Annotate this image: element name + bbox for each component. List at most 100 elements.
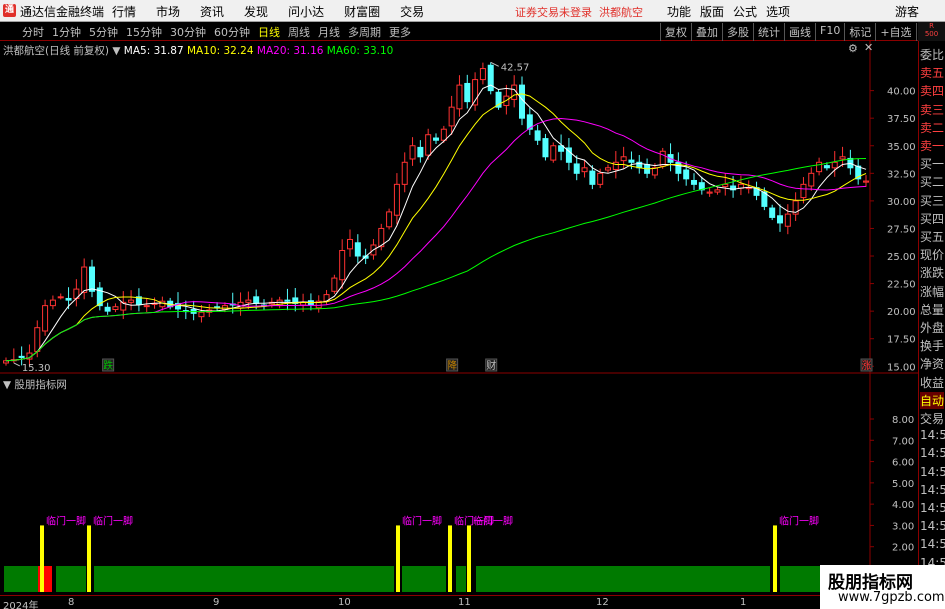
tab-1min[interactable]: 1分钟 [52, 24, 81, 40]
price-chart[interactable]: 15.00 17.50 20.00 22.50 25.00 27.50 30.00 32.50… [0, 41, 918, 374]
quote-panel-item[interactable]: 14:56 [920, 519, 945, 533]
tab-multi-period[interactable]: 多周期 [348, 24, 381, 40]
quote-panel-item[interactable]: 换手 [920, 337, 944, 354]
candle-body [347, 238, 353, 250]
watermark-url: www.7gpzb.com [838, 590, 945, 605]
quote-panel-item[interactable]: 14:56 [920, 465, 945, 479]
quote-panel-item[interactable]: 14:56 [920, 501, 945, 515]
menu-function[interactable]: 功能 [667, 3, 691, 20]
quote-panel-item[interactable]: 买一 [920, 155, 944, 172]
quote-panel-item[interactable]: 买二 [920, 173, 944, 190]
gear-icon[interactable]: ⚙ [848, 42, 858, 55]
tab-more[interactable]: 更多 [389, 24, 411, 40]
quote-panel-item[interactable]: 自动 [920, 391, 945, 409]
quote-panel-item[interactable]: 涨跌 [920, 264, 944, 281]
candle-body [573, 163, 580, 174]
candle-body [479, 68, 486, 81]
menu-trade[interactable]: 交易 [400, 3, 424, 20]
y-tick-label: 17.50 [887, 335, 916, 346]
quote-panel-item[interactable]: 总量 [920, 301, 944, 318]
quote-panel-item[interactable]: 买五 [920, 228, 944, 245]
tab-5min[interactable]: 5分钟 [89, 24, 118, 40]
candle-body [354, 242, 361, 257]
date-label: 10 [338, 597, 351, 608]
ma-line-ma5 [5, 84, 867, 362]
menu-quotes[interactable]: 行情 [112, 3, 136, 20]
tab-monthly[interactable]: 月线 [318, 24, 340, 40]
tab-15min[interactable]: 15分钟 [126, 24, 162, 40]
quote-panel-item[interactable]: 收益 [920, 374, 944, 391]
candle-body [81, 266, 88, 293]
menu-wealth[interactable]: 财富圈 [344, 3, 380, 20]
signal-label: 临门一脚 [402, 514, 442, 527]
tab-30min[interactable]: 30分钟 [170, 24, 206, 40]
guest-button[interactable]: 游客 [895, 3, 919, 20]
candle-body [456, 84, 463, 110]
login-status[interactable]: 证券交易未登录 洪都航空 [515, 4, 643, 20]
candle-body [42, 305, 49, 332]
tab-weekly[interactable]: 周线 [288, 24, 310, 40]
menu-discover[interactable]: 发现 [244, 3, 268, 20]
tab-timeshare[interactable]: 分时 [22, 24, 44, 40]
tab-60min[interactable]: 60分钟 [214, 24, 250, 40]
quote-panel-item[interactable]: 卖一 [920, 137, 944, 154]
menu-formula[interactable]: 公式 [733, 3, 757, 20]
quote-panel-item[interactable]: 外盘 [920, 319, 944, 336]
chart-title: 洪都航空(日线 前复权) ▼ MA5: 31.87 MA10: 32.24 MA… [3, 43, 393, 58]
menu-options[interactable]: 选项 [766, 3, 790, 20]
f10-button[interactable]: F10 [815, 23, 844, 41]
tab-daily[interactable]: 日线 [258, 24, 280, 40]
overlay-button[interactable]: 叠加 [691, 23, 722, 41]
signal-bar [467, 525, 471, 592]
r500-badge-line1: R [929, 22, 934, 30]
date-label: 9 [213, 597, 220, 608]
menu-market[interactable]: 市场 [156, 3, 180, 20]
quote-panel-item[interactable]: 14:56 [920, 428, 945, 442]
quote-panel-item[interactable]: 14:56 [920, 483, 945, 497]
quote-panel-item[interactable]: 买三 [920, 192, 944, 209]
chevron-down-icon[interactable]: ▼ [112, 45, 120, 57]
candle-body [284, 299, 291, 302]
date-label: 8 [68, 597, 75, 608]
quote-panel-item[interactable]: 委比 [920, 46, 944, 63]
band-segment [56, 566, 86, 592]
menu-ask[interactable]: 问小达 [288, 3, 324, 20]
quote-panel-item[interactable]: 交易 [920, 410, 944, 427]
quote-panel-item[interactable]: 净资 [920, 355, 944, 372]
candle-body [706, 191, 713, 194]
quote-panel-item[interactable]: 卖五 [920, 64, 944, 81]
y-tick-label: 20.00 [887, 307, 916, 318]
y-tick-label: 37.50 [887, 114, 916, 125]
indicator-chart[interactable]: 1.002.003.004.005.006.007.008.00临门一脚临门一脚… [0, 374, 918, 595]
menu-news[interactable]: 资讯 [200, 3, 224, 20]
y-tick-label: 15.00 [887, 362, 916, 373]
quote-panel-item[interactable]: 现价 [920, 246, 944, 263]
stats-button[interactable]: 统计 [753, 23, 784, 41]
mark-button[interactable]: 标记 [844, 23, 875, 41]
quote-panel-item[interactable]: 14:56 [920, 537, 945, 551]
candle-body [57, 296, 64, 299]
quote-panel-item[interactable]: 卖三 [920, 101, 944, 118]
menu-layout[interactable]: 版面 [700, 3, 724, 20]
draw-button[interactable]: 画线 [784, 23, 815, 41]
multi-stock-button[interactable]: 多股 [722, 23, 753, 41]
chevron-down-icon[interactable]: ▼ [3, 379, 11, 391]
login-status-text: 证券交易未登录 [515, 6, 592, 19]
quote-panel-item[interactable]: 卖二 [920, 119, 944, 136]
indicator-title: ▼ 股朋指标网 [3, 377, 67, 392]
candle-body [589, 170, 596, 185]
add-watchlist-button[interactable]: +自选 [875, 23, 915, 41]
quote-panel-item[interactable]: 卖四 [920, 82, 944, 99]
adjust-button[interactable]: 复权 [660, 23, 691, 41]
low-marker [13, 362, 21, 367]
r500-badge-line2: 500 [924, 30, 939, 38]
candle-body [198, 311, 205, 318]
candle-body [448, 106, 455, 127]
quote-panel-item[interactable]: 买四 [920, 210, 944, 227]
quote-panel-item[interactable]: 涨幅 [920, 283, 944, 300]
close-icon[interactable]: ✕ [864, 41, 873, 54]
candle-body [401, 161, 408, 185]
signal-bar [396, 525, 400, 592]
candle-body [550, 145, 557, 161]
quote-panel-item[interactable]: 14:56 [920, 446, 945, 460]
